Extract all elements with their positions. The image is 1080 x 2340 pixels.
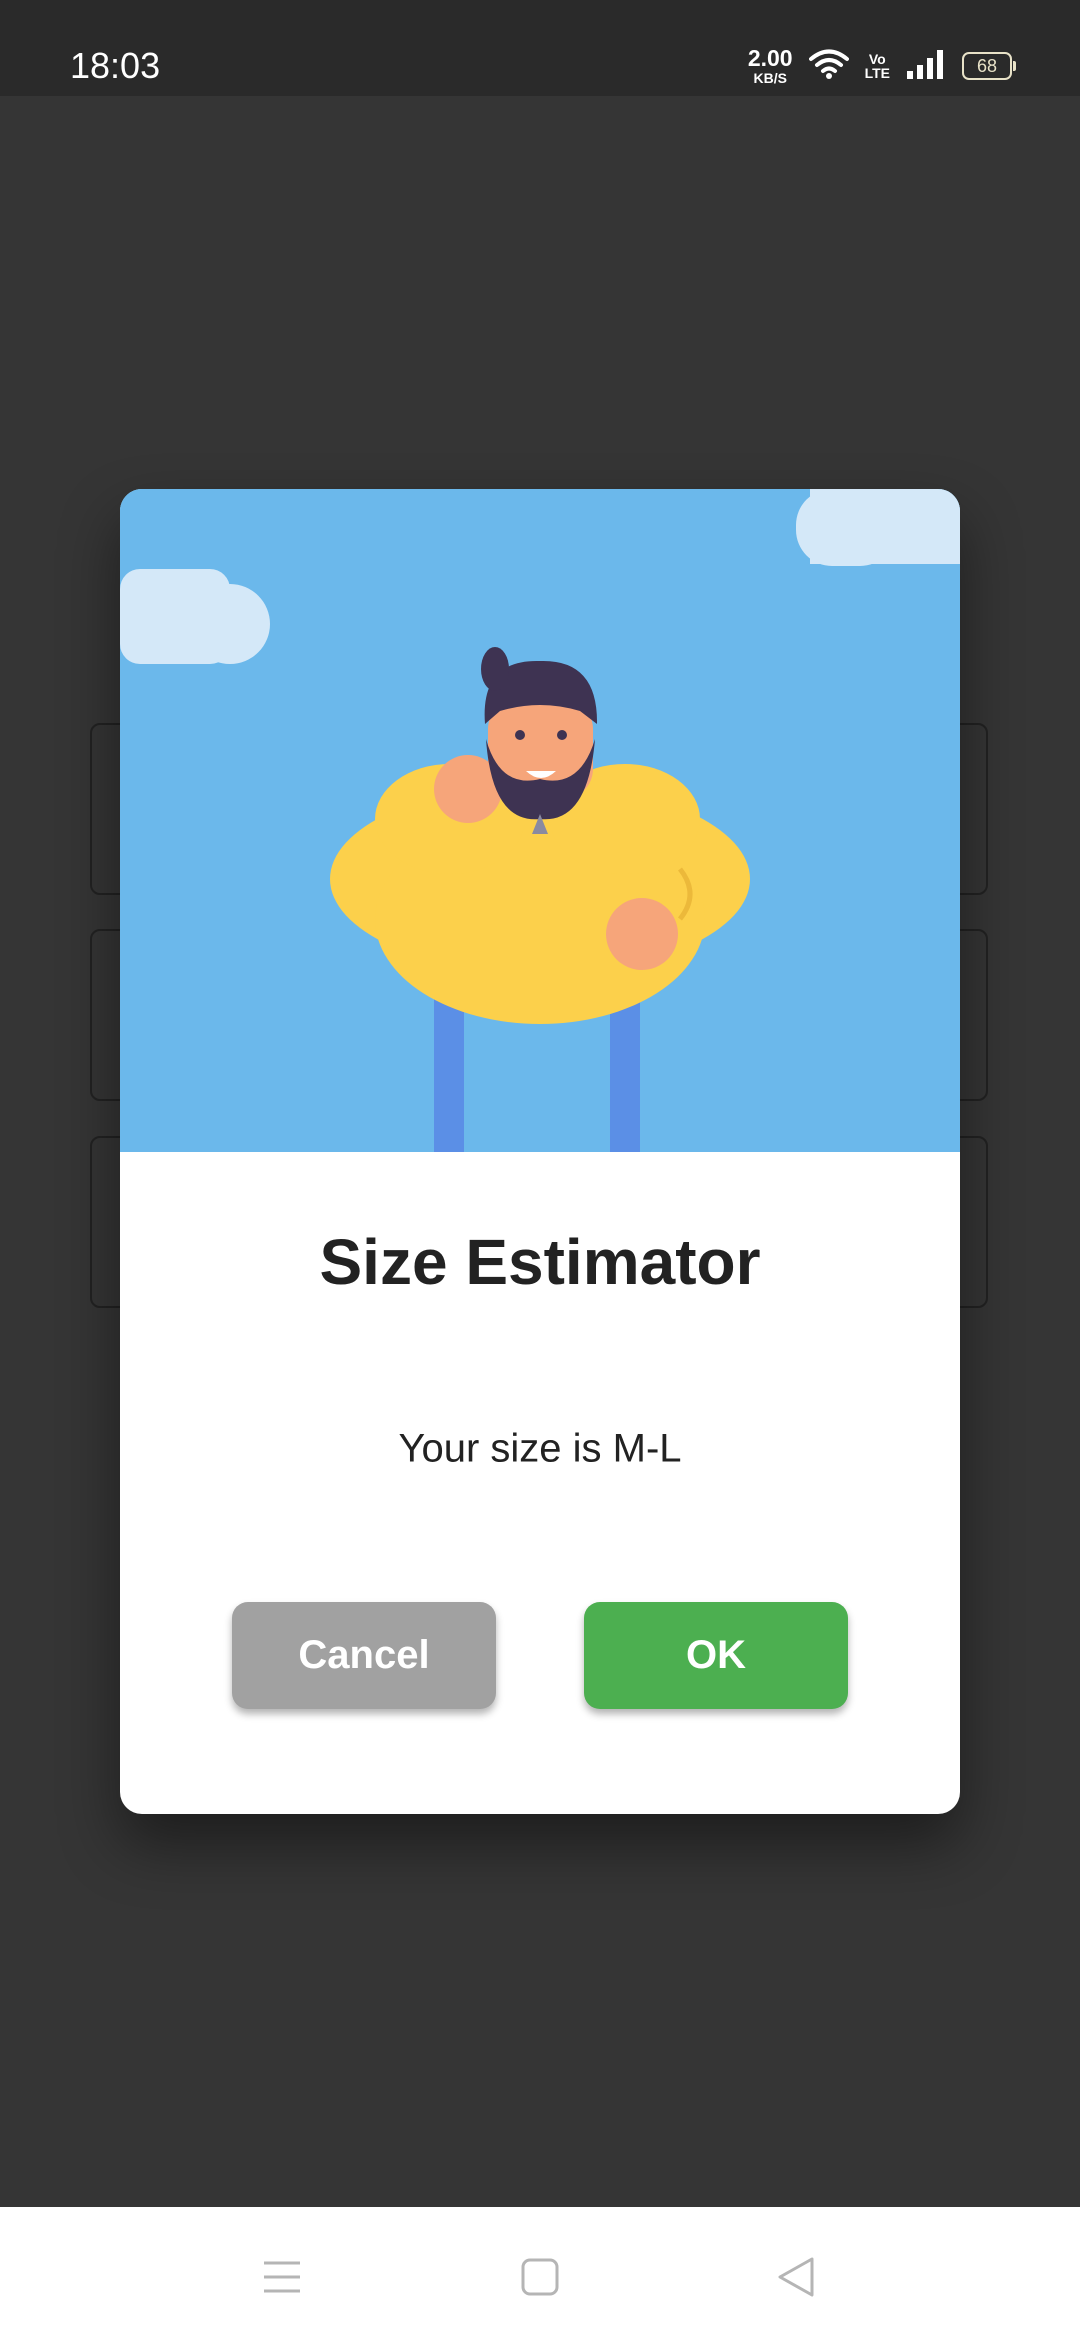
status-icons: 2.00 KB/S Vo LTE 68 xyxy=(747,44,1016,88)
home-icon[interactable] xyxy=(500,2237,580,2317)
status-bar: 18:03 2.00 KB/S Vo LTE 68 xyxy=(0,0,1080,96)
volte-bottom-label: LTE xyxy=(864,65,890,81)
battery-icon: 68 xyxy=(962,52,1016,80)
volte-top-label: Vo xyxy=(868,51,886,67)
battery-level: 68 xyxy=(976,55,998,76)
volte-icon: Vo LTE xyxy=(865,52,890,80)
ok-button[interactable]: OK xyxy=(584,1602,848,1709)
status-time: 18:03 xyxy=(70,45,161,86)
network-speed-value: 2.00 xyxy=(747,45,793,71)
cancel-button[interactable]: Cancel xyxy=(232,1602,496,1709)
size-estimator-dialog: Size Estimator Your size is M-L Cancel O… xyxy=(120,489,960,1814)
menu-icon[interactable] xyxy=(242,2237,322,2317)
network-speed: 2.00 KB/S xyxy=(747,45,793,86)
navigation-bar xyxy=(0,2207,1080,2340)
back-icon[interactable] xyxy=(756,2237,836,2317)
signal-icon xyxy=(906,49,946,84)
wifi-icon xyxy=(808,48,849,85)
dialog-message: Your size is M-L xyxy=(398,1426,682,1471)
bearded-man-illustration xyxy=(120,489,960,1152)
dialog-title: Size Estimator xyxy=(319,1226,761,1298)
network-speed-unit: KB/S xyxy=(753,70,787,86)
